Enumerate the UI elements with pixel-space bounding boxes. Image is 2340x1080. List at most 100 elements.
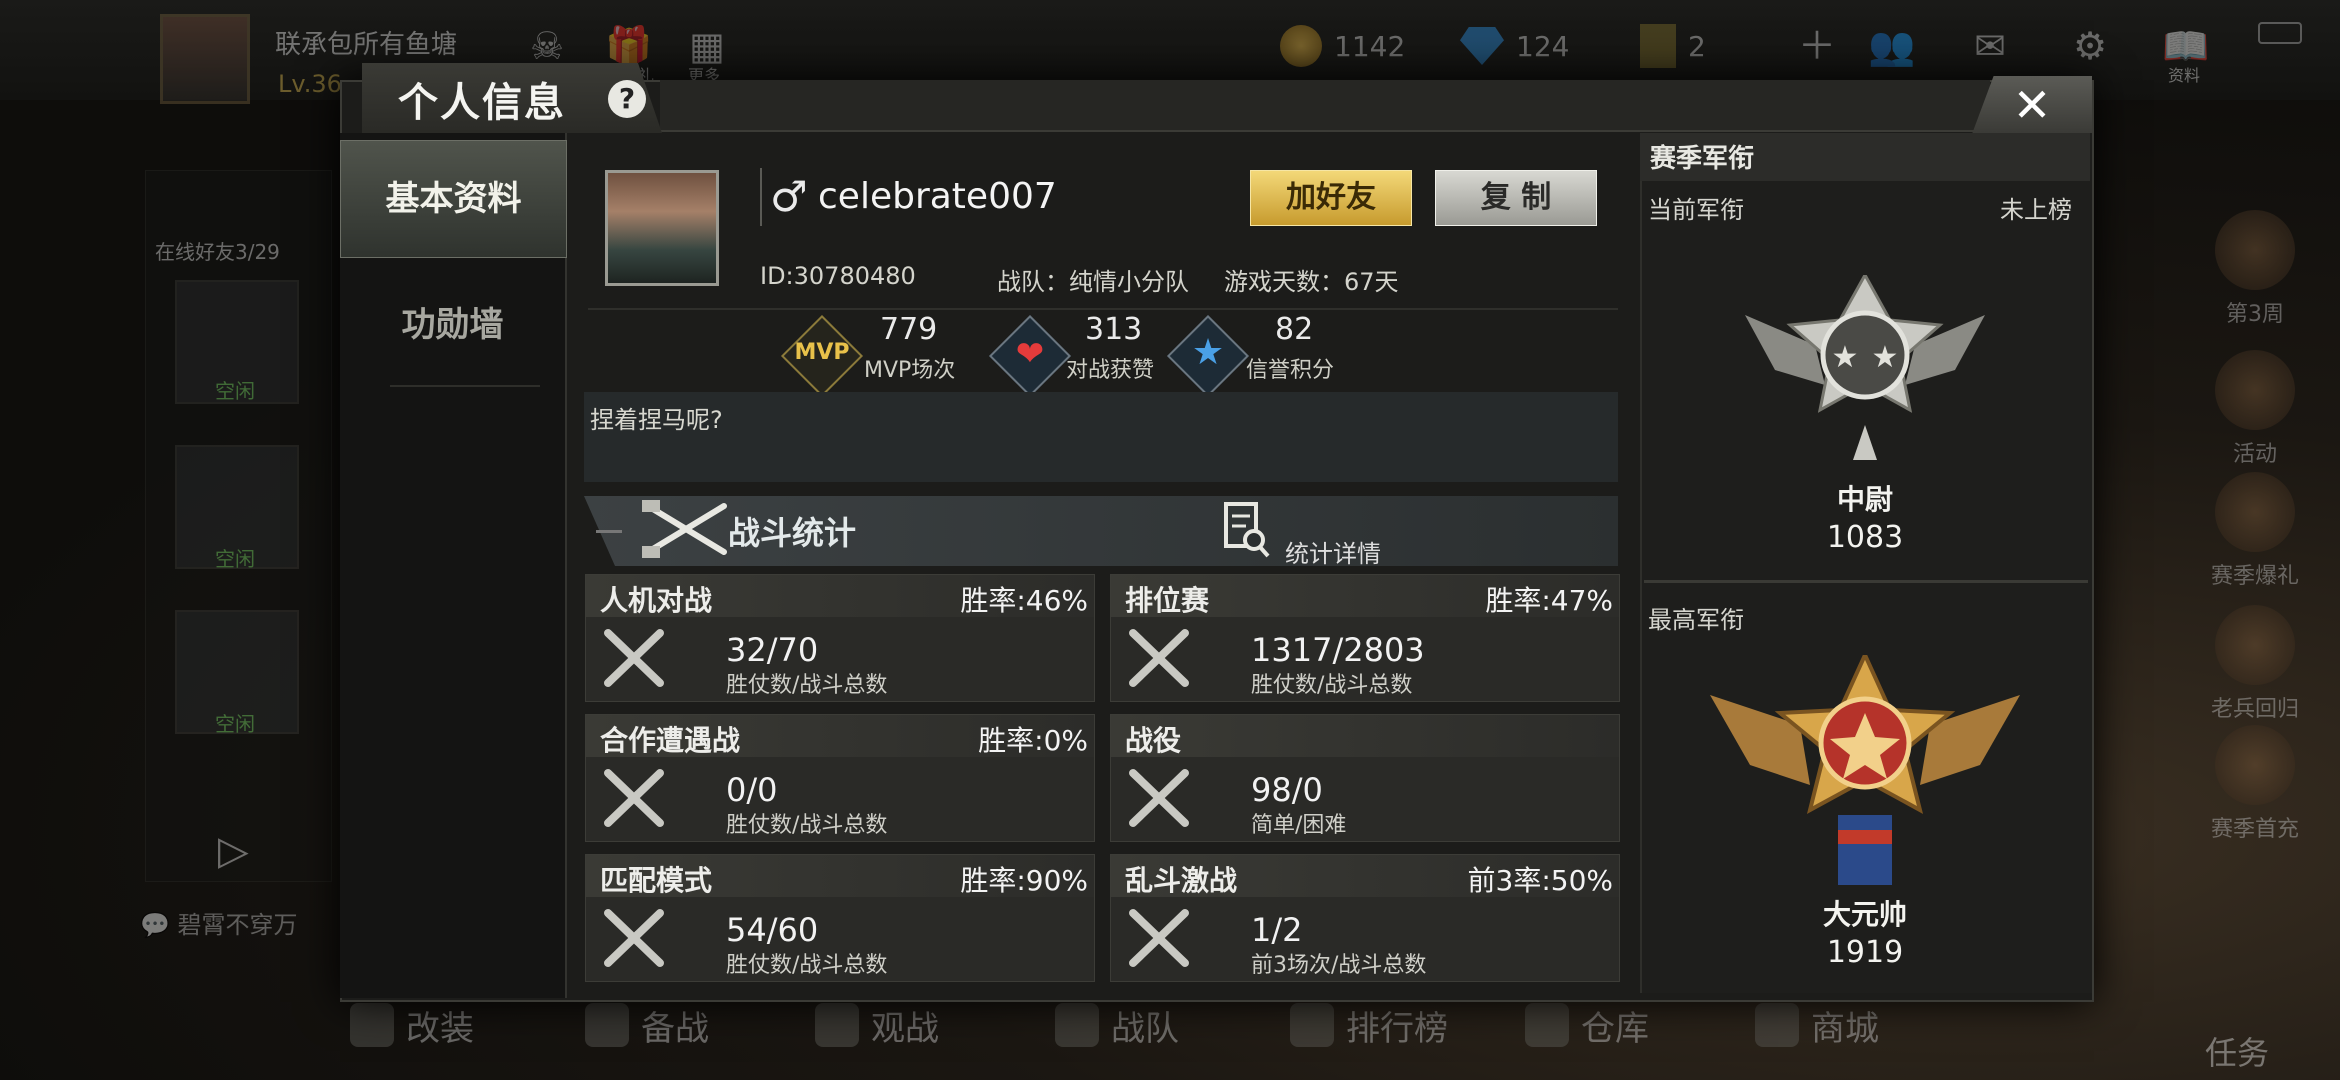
plus-icon[interactable]: ＋	[1795, 26, 1839, 66]
friends-icon[interactable]: 👥	[1868, 26, 1915, 66]
crossed-swords-icon	[604, 909, 664, 967]
mode-value: 1317/2803	[1251, 631, 1425, 669]
lieutenant-rank-icon: ★ ★	[1745, 275, 1985, 460]
season-rank-title: 赛季军衔	[1650, 144, 1755, 174]
chat-bubble-icon: 💬	[140, 911, 170, 939]
profile-book-icon[interactable]: 📖	[2162, 26, 2209, 66]
crossed-swords-icon	[1129, 769, 1189, 827]
nav-spectate[interactable]: 观战	[815, 995, 939, 1055]
mode-value: 1/2	[1251, 911, 1303, 949]
likes-count: 313	[1085, 312, 1143, 347]
ticket-icon	[1640, 24, 1676, 68]
male-gender-icon: ♂	[770, 172, 808, 221]
gift-icon[interactable]: 🎁	[605, 26, 652, 66]
nav-spectate-label: 观战	[871, 1008, 939, 1049]
tab-sidebar	[340, 133, 567, 998]
wrench-icon	[350, 1003, 394, 1047]
trophy-icon	[1290, 1003, 1334, 1047]
tab-basic-info[interactable]: 基本资料	[340, 140, 567, 258]
mode-name: 人机对战	[600, 584, 713, 617]
mode-card-campaign[interactable]: 战役 98/0 简单/困难	[1110, 714, 1620, 842]
diamond-counter: 124	[1460, 22, 1569, 70]
mail-icon[interactable]: ✉	[1968, 26, 2012, 66]
season-first-charge-entry[interactable]: 赛季首充	[2200, 725, 2310, 843]
crossed-swords-icon	[1129, 909, 1189, 967]
player-nickname: celebrate007	[818, 176, 1057, 217]
rifles-icon	[642, 500, 727, 558]
stats-detail-link[interactable]: 统计详情	[1285, 534, 1381, 569]
star-icon: ★	[1166, 314, 1250, 398]
tab-merit-wall[interactable]: 功勋墙	[340, 282, 565, 368]
gasmask-icon	[585, 1003, 629, 1047]
add-friend-button[interactable]: 加好友	[1250, 170, 1412, 226]
gold-coin-icon	[1280, 25, 1322, 67]
veteran-return-entry[interactable]: 老兵回归	[2200, 605, 2310, 723]
nav-modify[interactable]: 改装	[350, 995, 474, 1055]
svg-text:★: ★	[1872, 340, 1899, 375]
battery-icon	[2258, 22, 2302, 44]
team-icon	[1055, 1003, 1099, 1047]
profile-label: 资料	[2168, 66, 2201, 85]
nav-leaderboard-label: 排行榜	[1346, 1008, 1448, 1049]
signature-text: 捏着捏马呢?	[590, 406, 723, 434]
crossed-swords-icon	[1129, 629, 1189, 687]
more-icon[interactable]: ▦	[685, 26, 729, 66]
nav-team[interactable]: 战队	[1055, 995, 1179, 1055]
mvp-icon: MVP	[780, 314, 864, 398]
stats-detail-icon[interactable]	[1222, 500, 1272, 560]
veteran-return-label: 老兵回归	[2210, 697, 2299, 722]
task-button[interactable]: 任务	[2205, 1028, 2269, 1074]
mode-value: 0/0	[726, 771, 778, 809]
grand-marshal-rank-icon	[1710, 655, 2020, 885]
friend-status: 空闲	[215, 379, 255, 403]
mode-name: 战役	[1125, 724, 1182, 757]
chat-preview[interactable]: 💬 碧霄不穿万	[140, 905, 360, 955]
mode-subtitle: 胜仗数/战斗总数	[726, 953, 888, 978]
season-gift-entry[interactable]: 赛季爆礼	[2200, 472, 2310, 590]
officer-icon[interactable]: ☠	[525, 26, 569, 66]
player-avatar[interactable]	[160, 14, 250, 104]
svg-text:★: ★	[1832, 340, 1859, 375]
mode-subtitle: 简单/困难	[1251, 813, 1347, 838]
player-team: 战队：纯情小分队	[997, 268, 1189, 296]
highest-rank-label: 最高军衔	[1648, 606, 1744, 634]
nav-prepare[interactable]: 备战	[585, 995, 709, 1055]
first-charge-icon	[2215, 725, 2295, 805]
ticket-amount: 2	[1688, 29, 1706, 63]
highest-rank-score: 1919	[1826, 935, 1904, 970]
spectate-icon	[815, 1003, 859, 1047]
header-separator	[588, 308, 1618, 310]
settings-gear-icon[interactable]: ⚙	[2068, 26, 2112, 66]
mvp-count: 779	[880, 312, 938, 347]
copy-button[interactable]: 复 制	[1435, 170, 1597, 226]
help-icon[interactable]: ?	[608, 80, 646, 118]
chat-preview-text: 碧霄不穿万	[177, 911, 298, 939]
mode-card-match[interactable]: 匹配模式 胜率:90% 54/60 胜仗数/战斗总数	[585, 854, 1095, 982]
mode-subtitle: 胜仗数/战斗总数	[726, 673, 888, 698]
gold-counter: 1142	[1280, 22, 1405, 70]
expand-arrow-icon[interactable]: ▷	[218, 828, 249, 874]
dialog-title: 个人信息	[398, 80, 566, 126]
nav-leaderboard[interactable]: 排行榜	[1290, 995, 1448, 1055]
activity-entry[interactable]: 活动	[2200, 350, 2310, 468]
mode-name: 合作遭遇战	[600, 724, 741, 757]
nav-warehouse[interactable]: 仓库	[1525, 995, 1649, 1055]
mode-rate: 前3率:50%	[1467, 864, 1613, 897]
mode-card-ranked[interactable]: 排位赛 胜率:47% 1317/2803 胜仗数/战斗总数	[1110, 574, 1620, 702]
player-level: Lv.36	[278, 70, 342, 98]
mode-card-pve[interactable]: 人机对战 胜率:46% 32/70 胜仗数/战斗总数	[585, 574, 1095, 702]
nav-shop[interactable]: 商城	[1755, 995, 1879, 1055]
shop-icon	[1755, 1003, 1799, 1047]
signature-box: 捏着捏马呢?	[584, 392, 1618, 482]
current-rank-label: 当前军衔	[1648, 196, 1744, 224]
nav-modify-label: 改装	[406, 1008, 474, 1049]
mode-name: 匹配模式	[600, 864, 713, 897]
mode-subtitle: 胜仗数/战斗总数	[726, 813, 888, 838]
mode-card-coop[interactable]: 合作遭遇战 胜率:0% 0/0 胜仗数/战斗总数	[585, 714, 1095, 842]
highest-rank-name: 大元帅	[1822, 898, 1907, 931]
nav-shop-label: 商城	[1811, 1008, 1879, 1049]
star-badge-icon	[2215, 210, 2295, 290]
weekly-event-entry[interactable]: 第3周	[2200, 210, 2310, 328]
mode-card-brawl[interactable]: 乱斗激战 前3率:50% 1/2 前3场次/战斗总数	[1110, 854, 1620, 982]
veteran-icon	[2215, 605, 2295, 685]
